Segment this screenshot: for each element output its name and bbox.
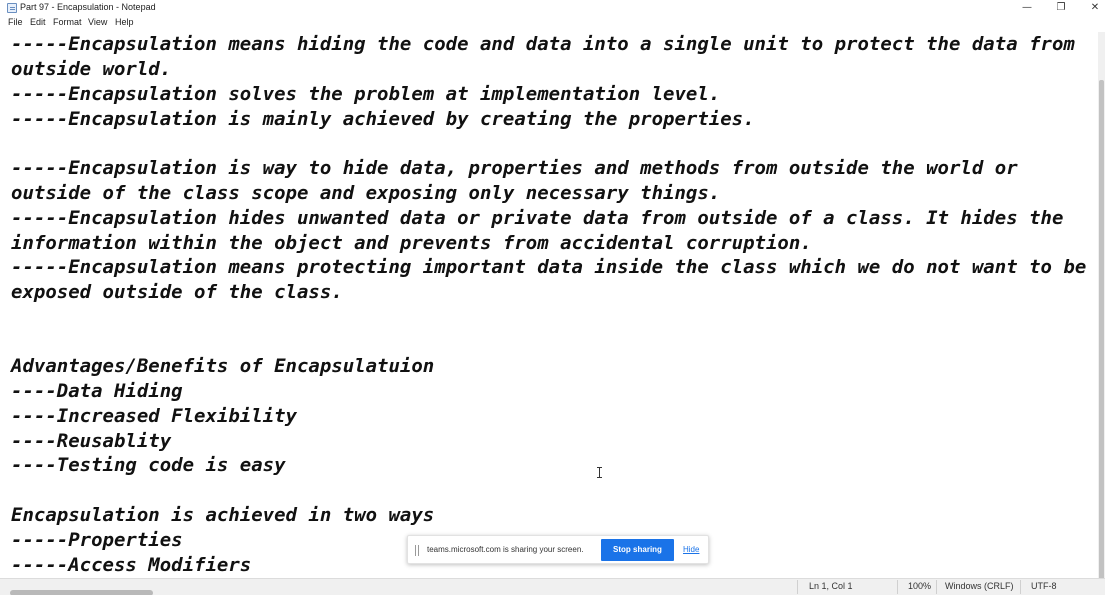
drag-handle-icon[interactable] <box>415 545 419 556</box>
text-line: Advantages/Benefits of Encapsulatuion <box>11 355 435 377</box>
text-line: exposed outside of the class. <box>11 281 343 303</box>
text-line: ----Increased Flexibility <box>11 405 297 427</box>
menu-bar: File Edit Format View Help <box>0 16 1105 31</box>
status-divider <box>1020 580 1021 594</box>
text-line: ----Data Hiding <box>11 380 183 402</box>
close-icon[interactable]: ✕ <box>1078 0 1105 16</box>
text-editor[interactable]: -----Encapsulation means hiding the code… <box>0 32 1098 578</box>
share-message: teams.microsoft.com is sharing your scre… <box>427 545 584 554</box>
status-divider <box>936 580 937 594</box>
screen-share-bar: teams.microsoft.com is sharing your scre… <box>407 535 709 564</box>
menu-edit[interactable]: Edit <box>30 17 46 27</box>
text-line: Encapsulation is achieved in two ways <box>11 504 435 526</box>
window-title: Part 97 - Encapsulation - Notepad <box>20 2 156 12</box>
text-line: -----Encapsulation is way to hide data, … <box>11 157 1018 179</box>
notepad-icon <box>7 3 17 13</box>
text-line: -----Encapsulation solves the problem at… <box>11 83 721 105</box>
title-bar: Part 97 - Encapsulation - Notepad — ❐ ✕ <box>0 0 1105 16</box>
line-ending: Windows (CRLF) <box>945 581 1014 591</box>
menu-view[interactable]: View <box>88 17 107 27</box>
restore-icon[interactable]: ❐ <box>1044 0 1078 16</box>
text-line: -----Encapsulation means protecting impo… <box>11 256 1087 278</box>
text-line: outside world. <box>11 58 172 80</box>
text-cursor-icon <box>597 467 602 478</box>
hide-link[interactable]: Hide <box>683 545 699 554</box>
text-line: information within the object and preven… <box>11 232 812 254</box>
stop-sharing-button[interactable]: Stop sharing <box>601 539 674 561</box>
status-divider <box>897 580 898 594</box>
status-bar: Ln 1, Col 1 100% Windows (CRLF) UTF-8 <box>0 578 1105 595</box>
text-line: -----Properties <box>11 529 183 551</box>
vertical-scrollbar[interactable] <box>1098 32 1105 595</box>
text-line: ----Reusablity <box>11 430 172 452</box>
text-line: -----Access Modifiers <box>11 554 252 576</box>
menu-format[interactable]: Format <box>53 17 82 27</box>
text-line: ----Testing code is easy <box>11 454 286 476</box>
text-line: outside of the class scope and exposing … <box>11 182 721 204</box>
status-divider <box>797 580 798 594</box>
encoding: UTF-8 <box>1031 581 1057 591</box>
text-line: -----Encapsulation is mainly achieved by… <box>11 108 755 130</box>
text-line: -----Encapsulation means hiding the code… <box>11 33 1075 55</box>
cursor-position: Ln 1, Col 1 <box>809 581 853 591</box>
menu-file[interactable]: File <box>8 17 23 27</box>
text-line: -----Encapsulation hides unwanted data o… <box>11 207 1064 229</box>
menu-help[interactable]: Help <box>115 17 134 27</box>
horizontal-scrollbar-thumb[interactable] <box>10 590 153 595</box>
minimize-icon[interactable]: — <box>1010 0 1044 16</box>
scrollbar-thumb[interactable] <box>1099 80 1104 595</box>
zoom-level: 100% <box>908 581 932 591</box>
